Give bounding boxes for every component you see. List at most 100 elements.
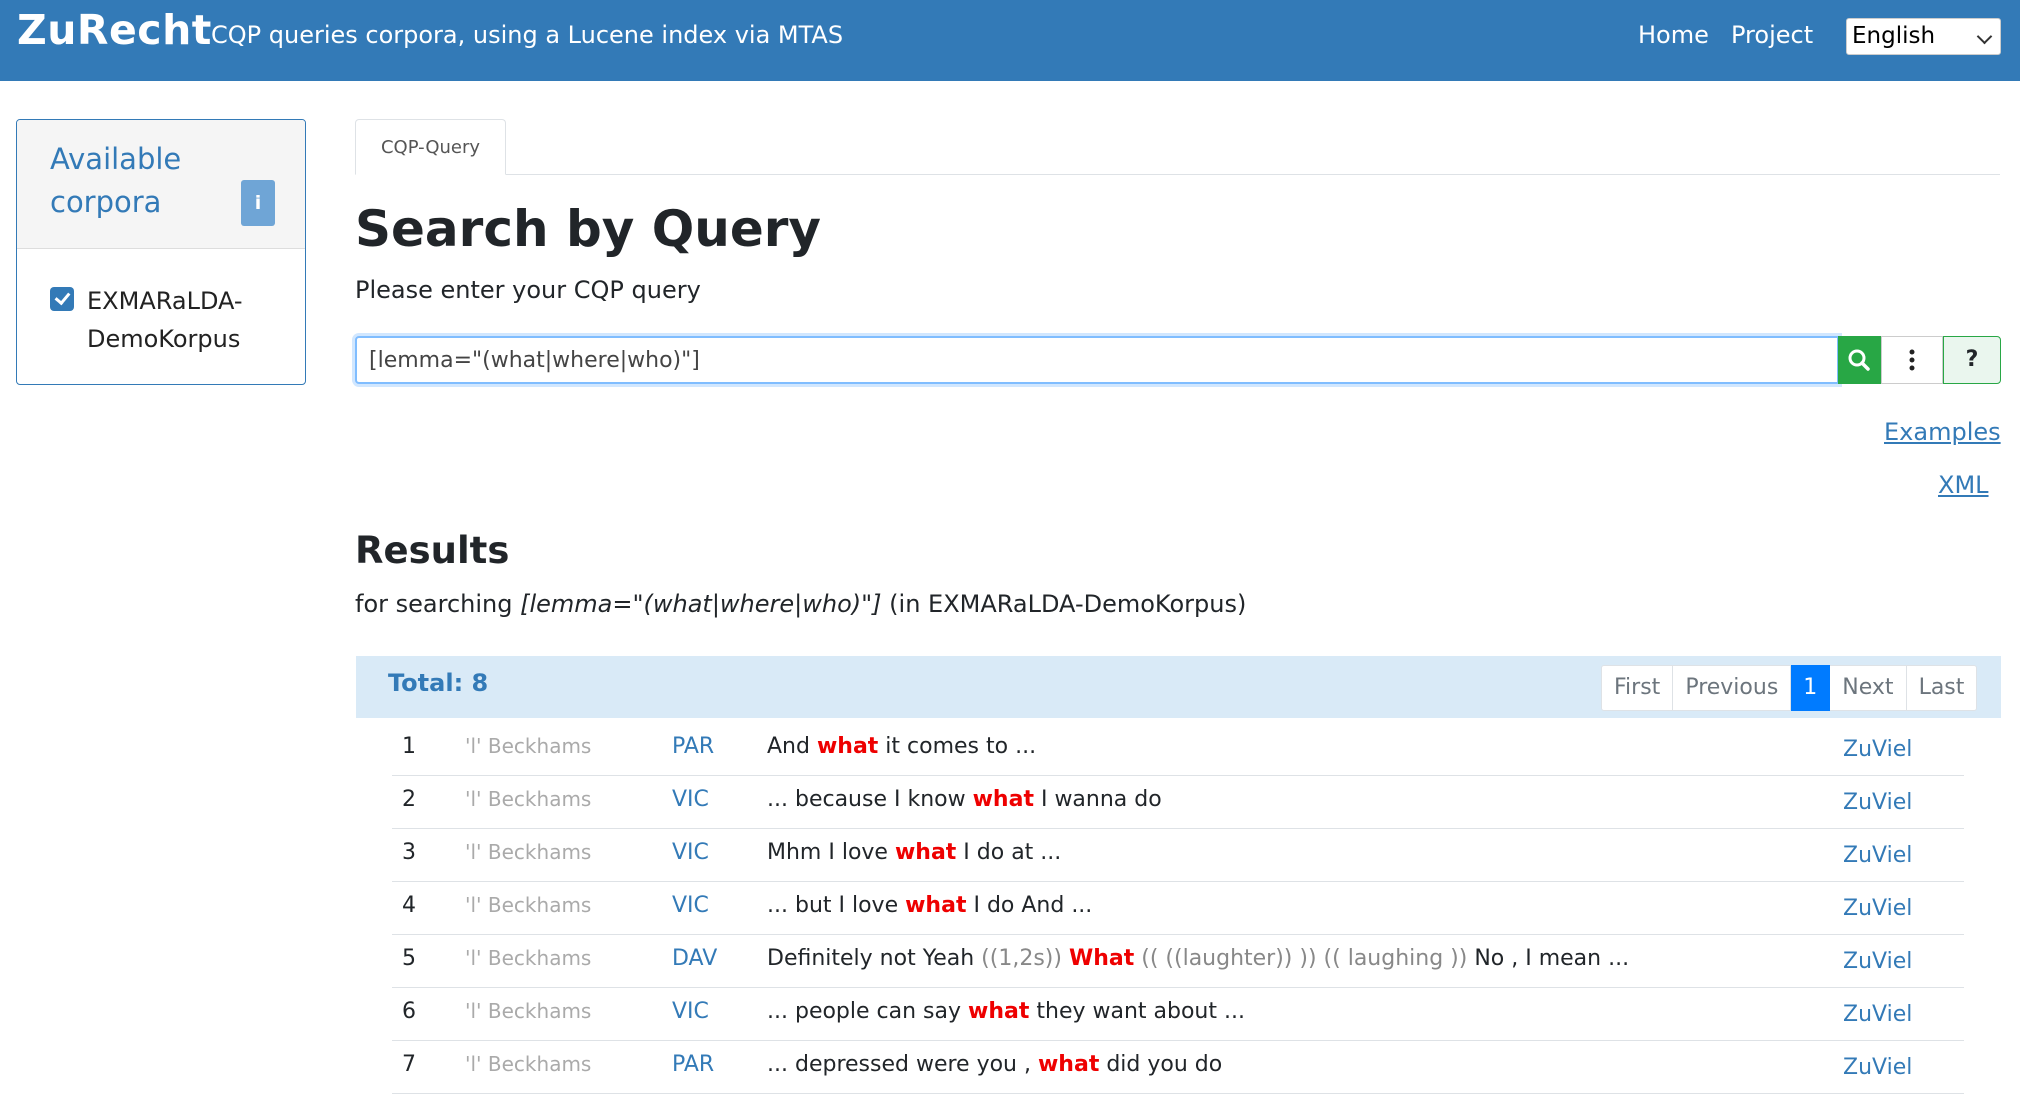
corpora-panel-title: Available corpora — [50, 142, 182, 219]
page-title: Search by Query — [355, 200, 822, 258]
result-speaker: 'l' Beckhams — [465, 1052, 592, 1076]
result-number: 3 — [402, 840, 416, 865]
result-speaker-code[interactable]: DAV — [672, 946, 717, 971]
result-speaker: 'l' Beckhams — [465, 946, 592, 970]
total-count: Total: 8 — [388, 669, 489, 697]
results-for-prefix: for searching — [355, 590, 521, 618]
result-link[interactable]: ZuViel — [1843, 896, 1912, 921]
kwic-pause: ((1,2s)) — [981, 946, 1062, 971]
search-button[interactable] — [1838, 336, 1881, 384]
result-link[interactable]: ZuViel — [1843, 1055, 1912, 1080]
pagination-next[interactable]: Next — [1830, 665, 1907, 711]
kwic-left: Definitely not Yeah — [767, 946, 982, 971]
kwic-right: I wanna do — [1033, 787, 1162, 812]
result-number: 7 — [402, 1052, 416, 1077]
result-link[interactable]: ZuViel — [1843, 737, 1912, 762]
brand-logo[interactable]: ZuRecht — [17, 6, 212, 54]
kwic-hit: what — [1037, 1052, 1100, 1077]
result-kwic: ... depressed were you , what did you do — [767, 1052, 1222, 1077]
tab-cqp-query[interactable]: CQP-Query — [355, 119, 506, 175]
result-number: 6 — [402, 999, 416, 1024]
result-row: 6 'l' Beckhams VIC ... people can say wh… — [392, 987, 1964, 1041]
results-description: for searching [lemma="(what|where|who)"]… — [355, 590, 1246, 618]
kwic-hit: what — [816, 734, 879, 759]
result-row: 7 'l' Beckhams PAR ... depressed were yo… — [392, 1040, 1964, 1094]
result-speaker-code[interactable]: VIC — [672, 999, 709, 1024]
result-link[interactable]: ZuViel — [1843, 1002, 1912, 1027]
corpora-panel: Available corpora i EXMARaLDA-DemoKorpus — [16, 119, 306, 385]
kwic-right: I do at ... — [956, 840, 1062, 865]
result-number: 4 — [402, 893, 416, 918]
kwic-hit: what — [894, 840, 957, 865]
result-number: 1 — [402, 734, 416, 759]
result-kwic: Definitely not Yeah ((1,2s)) What (( ((l… — [767, 946, 1629, 971]
result-speaker: 'l' Beckhams — [465, 840, 592, 864]
query-input[interactable]: [lemma="(what|where|who)"] — [355, 336, 1839, 384]
result-row: 5 'l' Beckhams DAV Definitely not Yeah (… — [392, 934, 1964, 988]
nav-home-link[interactable]: Home — [1638, 21, 1709, 49]
result-speaker-code[interactable]: PAR — [672, 1052, 714, 1077]
chevron-down-icon — [1976, 28, 1993, 45]
kwic-hit: what — [972, 787, 1034, 812]
result-speaker: 'l' Beckhams — [465, 734, 592, 758]
language-select[interactable]: English — [1846, 18, 2001, 55]
result-row: 3 'l' Beckhams VIC Mhm I love what I do … — [392, 828, 1964, 882]
result-kwic: ... people can say what they want about … — [767, 999, 1245, 1024]
query-instruction: Please enter your CQP query — [355, 276, 701, 304]
tagline: CQP queries corpora, using a Lucene inde… — [211, 21, 844, 49]
result-speaker: 'l' Beckhams — [465, 999, 592, 1023]
pagination-first[interactable]: First — [1601, 665, 1674, 711]
results-for-suffix: (in EXMARaLDA-DemoKorpus) — [881, 590, 1247, 618]
pagination: First Previous 1 Next Last — [1601, 665, 1978, 711]
xml-link[interactable]: XML — [1938, 471, 1989, 499]
kwic-left: And — [767, 734, 817, 759]
result-number: 5 — [402, 946, 416, 971]
kwic-hit: what — [968, 999, 1030, 1024]
result-speaker: 'l' Beckhams — [465, 787, 592, 811]
pagination-page-1[interactable]: 1 — [1791, 665, 1831, 711]
kwic-left: ... but I love — [767, 893, 906, 918]
result-link[interactable]: ZuViel — [1843, 790, 1912, 815]
results-heading: Results — [355, 529, 510, 572]
help-button[interactable]: ? — [1943, 336, 2001, 384]
kwic-annotation: (( ((laughter)) )) (( laughing )) — [1141, 946, 1468, 971]
kwic-hit: What — [1068, 946, 1135, 971]
kwic-left: ... because I know — [767, 787, 973, 812]
result-speaker-code[interactable]: PAR — [672, 734, 714, 759]
corpora-panel-header: Available corpora i — [17, 120, 305, 249]
kwic-right: No , I mean ... — [1467, 946, 1630, 971]
kwic-right: I do And ... — [966, 893, 1093, 918]
result-row: 4 'l' Beckhams VIC ... but I love what I… — [392, 881, 1964, 935]
result-link[interactable]: ZuViel — [1843, 843, 1912, 868]
result-kwic: And what it comes to ... — [767, 734, 1036, 759]
pagination-previous[interactable]: Previous — [1673, 665, 1792, 711]
result-kwic: Mhm I love what I do at ... — [767, 840, 1061, 865]
result-row: 2 'l' Beckhams VIC ... because I know wh… — [392, 775, 1964, 829]
navbar: ZuRecht CQP queries corpora, using a Luc… — [0, 0, 2020, 81]
kwic-right: it comes to ... — [878, 734, 1037, 759]
corpus-checkbox[interactable] — [50, 287, 74, 311]
results-header-bar: Total: 8 First Previous 1 Next Last — [356, 656, 2001, 718]
pagination-last[interactable]: Last — [1906, 665, 1978, 711]
result-speaker-code[interactable]: VIC — [672, 787, 709, 812]
kwic-right: did you do — [1099, 1052, 1223, 1077]
result-speaker-code[interactable]: VIC — [672, 840, 709, 865]
search-icon — [1848, 349, 1870, 371]
kwic-hit: what — [905, 893, 967, 918]
kwic-left: ... depressed were you , — [767, 1052, 1038, 1077]
result-speaker: 'l' Beckhams — [465, 893, 592, 917]
result-speaker-code[interactable]: VIC — [672, 893, 709, 918]
result-number: 2 — [402, 787, 416, 812]
kwic-left: Mhm I love — [767, 840, 895, 865]
more-options-button[interactable] — [1881, 336, 1943, 384]
examples-link[interactable]: Examples — [1884, 418, 2001, 446]
nav-project-link[interactable]: Project — [1731, 21, 1813, 49]
kwic-left: ... people can say — [767, 999, 969, 1024]
result-kwic: ... because I know what I wanna do — [767, 787, 1162, 812]
vertical-dots-icon — [1909, 349, 1915, 371]
result-row: 1 'l' Beckhams PAR And what it comes to … — [392, 722, 1964, 776]
info-button[interactable]: i — [241, 180, 275, 226]
tab-strip-border — [355, 174, 2000, 175]
result-link[interactable]: ZuViel — [1843, 949, 1912, 974]
language-value: English — [1852, 23, 1936, 49]
